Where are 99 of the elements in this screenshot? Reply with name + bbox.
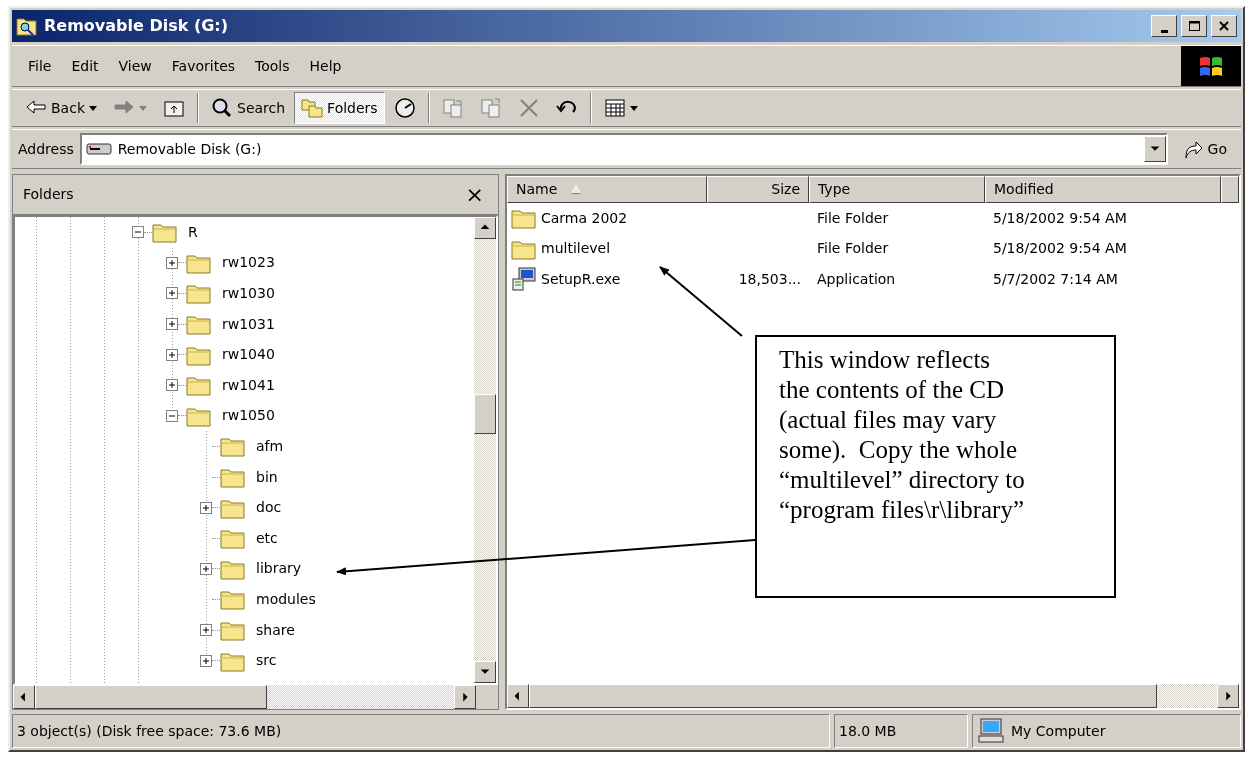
tree-item[interactable]: afm: [254, 435, 286, 457]
column-header[interactable]: Type: [809, 176, 985, 203]
status-text: 3 object(s) (Disk free space: 73.6 MB): [17, 721, 282, 741]
menu-item[interactable]: Help: [299, 53, 352, 79]
collapse-icon[interactable]: [132, 226, 144, 239]
tree-item[interactable]: library: [254, 558, 304, 580]
file-modified: 5/18/2002 9:54 AM: [993, 209, 1127, 226]
caret-icon: [139, 105, 147, 111]
expand-icon[interactable]: [166, 256, 178, 269]
vertical-scrollbar[interactable]: [474, 217, 496, 683]
file-modified: 5/7/2002 7:14 AM: [993, 270, 1118, 287]
folder-icon: [152, 221, 178, 244]
file-modified: 5/18/2002 9:54 AM: [993, 240, 1127, 257]
tree-item[interactable]: rw1023: [220, 252, 277, 274]
folders-icon: [301, 97, 324, 119]
close-button[interactable]: [1211, 15, 1237, 37]
scroll-thumb[interactable]: [35, 685, 267, 709]
tree-item[interactable]: rw1040: [220, 344, 277, 366]
folder-icon: [186, 374, 212, 397]
window-title: Removable Disk (G:): [44, 15, 229, 37]
menu-item[interactable]: Edit: [61, 53, 109, 79]
menu-item[interactable]: Favorites: [161, 53, 246, 79]
tree-item[interactable]: modules: [254, 588, 318, 610]
maximize-icon: [1187, 19, 1201, 33]
file-type: Application: [817, 270, 896, 287]
menu-item[interactable]: File: [18, 53, 62, 79]
expand-icon[interactable]: [166, 318, 178, 331]
menu-item[interactable]: Tools: [245, 53, 300, 79]
go-button[interactable]: Go: [1173, 138, 1235, 160]
file-name[interactable]: multilevel: [541, 238, 611, 260]
copy-to-icon: [479, 97, 502, 119]
folder-icon: [220, 466, 246, 489]
tree-item[interactable]: share: [254, 619, 297, 641]
move-to-icon: [441, 97, 464, 119]
folder-icon: [220, 619, 246, 641]
collapse-icon[interactable]: [166, 409, 178, 422]
views-icon: [603, 97, 626, 119]
file-name[interactable]: SetupR.exe: [541, 268, 621, 290]
column-header[interactable]: Name: [507, 176, 707, 203]
tree-item[interactable]: rw1050: [220, 405, 277, 427]
tree-item[interactable]: bin: [254, 466, 280, 488]
callout-note: This window reflects the contents of the CD (actual files may vary some). Copy the whole “multilevel” directory to “program files\r\library”: [755, 335, 1116, 598]
tree-item[interactable]: src: [254, 650, 279, 672]
scroll-right-button[interactable]: [454, 685, 476, 709]
maximize-button[interactable]: [1181, 15, 1207, 37]
minimize-icon: [1160, 29, 1168, 33]
scroll-down-button[interactable]: [474, 661, 496, 683]
status-zone: My Computer: [1011, 721, 1106, 741]
history-icon: [393, 97, 416, 119]
expand-icon[interactable]: [200, 562, 212, 575]
folder-icon: [220, 435, 246, 458]
file-type: File Folder: [817, 240, 889, 257]
folder-icon: [220, 527, 246, 550]
file-size: 18,503...: [738, 270, 801, 287]
folder-magnifier-icon: [16, 16, 38, 36]
expand-icon[interactable]: [200, 624, 212, 636]
pane-title: Folders: [23, 185, 74, 204]
tree-item[interactable]: rw1030: [220, 283, 277, 304]
folder-icon: [186, 282, 212, 305]
close-pane-button[interactable]: ×: [461, 183, 488, 206]
tree-item[interactable]: doc: [254, 497, 284, 519]
scroll-up-button[interactable]: [474, 217, 496, 239]
scroll-left-button[interactable]: [13, 685, 35, 709]
address-field[interactable]: Removable Disk (G:): [79, 133, 1168, 165]
minimize-button[interactable]: [1151, 15, 1177, 37]
folders-button[interactable]: Folders: [294, 92, 385, 124]
back-button[interactable]: Back: [18, 92, 104, 124]
tree-item[interactable]: R: [186, 221, 200, 243]
computer-icon: [977, 718, 1005, 744]
tree-item[interactable]: rw1041: [220, 374, 277, 396]
menu-item[interactable]: View: [108, 53, 162, 79]
expand-icon[interactable]: [166, 287, 178, 300]
column-header[interactable]: Modified: [985, 176, 1221, 203]
expand-icon[interactable]: [166, 379, 178, 392]
caret-icon: [89, 105, 97, 111]
folder-icon: [220, 588, 246, 611]
tree-item[interactable]: rw1031: [220, 313, 277, 335]
column-header[interactable]: Size: [707, 176, 809, 203]
delete-icon: [517, 97, 540, 119]
file-type: File Folder: [817, 209, 889, 226]
tree-item[interactable]: etc: [254, 527, 280, 549]
expand-icon[interactable]: [166, 348, 178, 361]
scroll-thumb[interactable]: [474, 394, 496, 434]
dropdown-button[interactable]: [1143, 136, 1166, 162]
drive-icon: [85, 141, 112, 157]
address-label: Address: [18, 139, 74, 159]
horizontal-scrollbar[interactable]: [13, 685, 476, 709]
expand-icon[interactable]: [200, 501, 212, 514]
file-name[interactable]: Carma 2002: [541, 207, 628, 229]
search-button[interactable]: Search: [204, 92, 293, 124]
scroll-right-button[interactable]: [1217, 684, 1239, 708]
caret-icon: [629, 105, 638, 111]
folder-icon: [186, 313, 212, 336]
search-icon: [211, 97, 233, 119]
scroll-left-button[interactable]: [507, 684, 529, 708]
close-icon: [1217, 19, 1231, 33]
flag-logo: [1181, 46, 1241, 86]
expand-icon[interactable]: [200, 654, 212, 667]
status-size: 18.0 MB: [839, 721, 897, 741]
